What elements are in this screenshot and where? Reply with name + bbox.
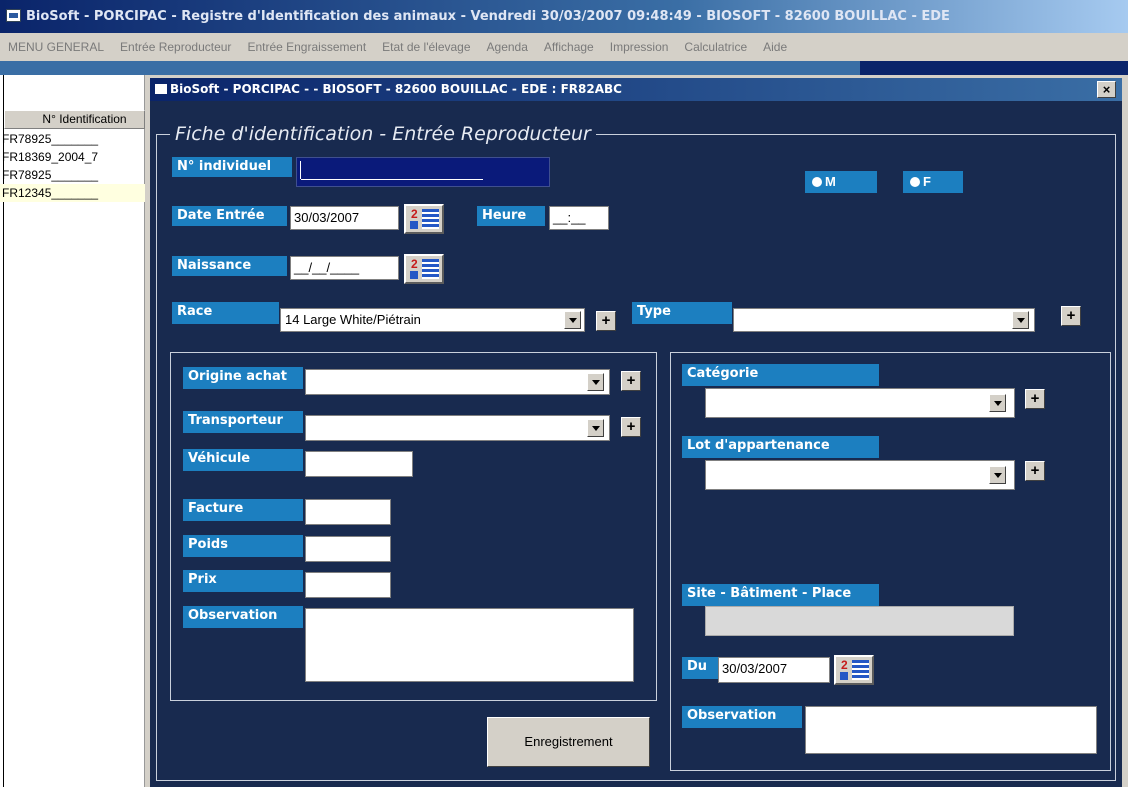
lot-add-button[interactable]: + (1025, 461, 1045, 481)
categorie-label: Catégorie (682, 364, 879, 386)
list-item[interactable]: FR78925_______ (0, 166, 145, 184)
sex-f-radio[interactable] (910, 177, 920, 187)
menu-etat-elevage[interactable]: Etat de l'élevage (374, 40, 478, 54)
type-select[interactable] (733, 308, 1035, 332)
text-cursor (300, 161, 301, 179)
du-label: Du (682, 657, 722, 679)
naissance-field[interactable]: __/__/____ (290, 256, 399, 280)
prix-field[interactable] (305, 572, 391, 598)
naissance-calendar-button[interactable]: 2 (404, 254, 444, 284)
sex-m-radio[interactable] (812, 177, 822, 187)
race-dropdown-arrow[interactable] (564, 311, 581, 329)
race-add-button[interactable]: + (596, 311, 616, 331)
menu-aide[interactable]: Aide (755, 40, 795, 54)
observation2-label: Observation (682, 706, 802, 728)
app-icon (6, 9, 21, 22)
categorie-select[interactable] (705, 388, 1015, 418)
menu-entree-engraissement[interactable]: Entrée Engraissement (239, 40, 374, 54)
date-entree-calendar-button[interactable]: 2 (404, 204, 444, 234)
du-field[interactable]: 30/03/2007 (718, 657, 830, 683)
vehicule-field[interactable] (305, 451, 413, 477)
menu-impression[interactable]: Impression (602, 40, 677, 54)
menu-calculatrice[interactable]: Calculatrice (676, 40, 755, 54)
poids-field[interactable] (305, 536, 391, 562)
individuel-label: N° individuel (172, 157, 292, 177)
transporteur-dropdown-arrow[interactable] (587, 419, 604, 437)
calendar-icon: 2 (411, 207, 418, 221)
origine-add-button[interactable]: + (621, 371, 641, 391)
toolbar-band-dark (860, 61, 1128, 75)
dialog-icon (155, 84, 167, 94)
facture-field[interactable] (305, 499, 391, 525)
save-button[interactable]: Enregistrement (487, 717, 650, 767)
main-window-title: BioSoft - PORCIPAC - Registre d'Identifi… (0, 0, 1128, 33)
menu-entree-reproducteur[interactable]: Entrée Reproducteur (112, 40, 239, 54)
lot-label: Lot d'appartenance (682, 436, 879, 458)
observation-textarea[interactable] (305, 608, 634, 682)
list-item[interactable]: FR78925_______ (0, 130, 145, 148)
origine-dropdown-arrow[interactable] (587, 373, 604, 391)
origine-label: Origine achat (183, 367, 303, 389)
poids-label: Poids (183, 535, 303, 557)
transporteur-select[interactable] (305, 415, 610, 441)
type-dropdown-arrow[interactable] (1012, 311, 1029, 329)
menu-affichage[interactable]: Affichage (536, 40, 602, 54)
lot-select[interactable] (705, 460, 1015, 490)
categorie-add-button[interactable]: + (1025, 389, 1045, 409)
race-select[interactable]: 14 Large White/Piétrain (280, 308, 585, 332)
prix-label: Prix (183, 570, 303, 592)
lot-dropdown-arrow[interactable] (989, 466, 1006, 484)
menu-agenda[interactable]: Agenda (479, 40, 536, 54)
list-column-header[interactable]: N° Identification (4, 110, 145, 129)
observation2-textarea[interactable] (805, 706, 1097, 754)
site-field (705, 606, 1014, 636)
calendar-icon: 2 (841, 658, 848, 672)
dialog-title: BioSoft - PORCIPAC - - BIOSOFT - 82600 B… (150, 78, 1122, 101)
du-calendar-button[interactable]: 2 (834, 655, 874, 685)
form-legend: Fiche d'identification - Entrée Reproduc… (170, 122, 596, 146)
individuel-input[interactable] (296, 157, 550, 187)
heure-field[interactable]: __:__ (549, 206, 609, 230)
categorie-dropdown-arrow[interactable] (989, 394, 1006, 412)
transporteur-add-button[interactable]: + (621, 417, 641, 437)
type-label: Type (632, 302, 732, 324)
facture-label: Facture (183, 499, 303, 521)
calendar-icon: 2 (411, 257, 418, 271)
race-label: Race (172, 302, 279, 324)
input-underline (301, 179, 483, 180)
transporteur-label: Transporteur (183, 411, 303, 433)
close-button[interactable]: × (1097, 81, 1116, 98)
menu-bar: MENU GENERAL Entrée Reproducteur Entrée … (0, 33, 1128, 61)
date-entree-field[interactable]: 30/03/2007 (290, 206, 399, 230)
date-entree-label: Date Entrée (172, 206, 287, 226)
list-item[interactable]: FR12345_______ (0, 184, 145, 202)
naissance-label: Naissance (172, 256, 287, 276)
observation-label: Observation (183, 606, 303, 628)
vehicule-label: Véhicule (183, 449, 303, 471)
site-label: Site - Bâtiment - Place (682, 584, 879, 606)
list-item[interactable]: FR18369_2004_7 (0, 148, 145, 166)
origine-select[interactable] (305, 369, 610, 395)
heure-label: Heure (477, 206, 545, 226)
type-add-button[interactable]: + (1061, 306, 1081, 326)
menu-general[interactable]: MENU GENERAL (0, 40, 112, 54)
